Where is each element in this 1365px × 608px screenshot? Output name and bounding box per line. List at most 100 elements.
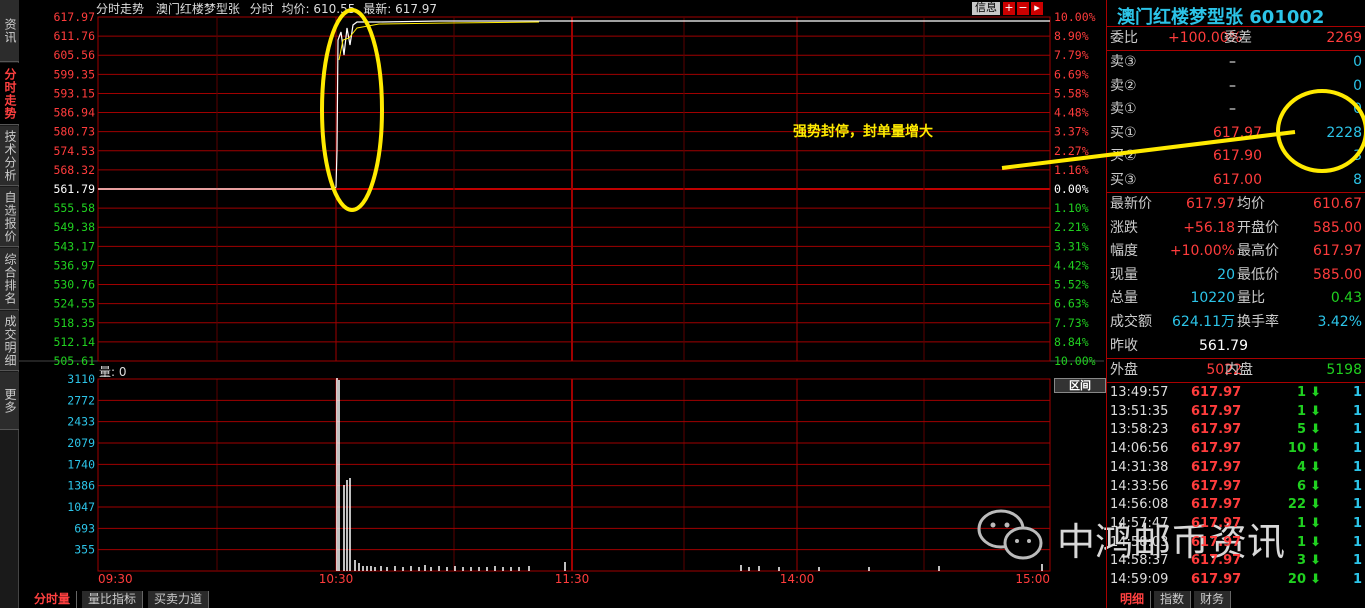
order-volume: 3 [1353,148,1362,164]
order-volume: 0 [1353,54,1362,70]
tick-volume: 3 [1296,553,1306,569]
tick-row[interactable]: 14:57:47 617.97 1 ⬇ 1 [1107,515,1365,534]
tab-more-label: 更多 [3,387,17,414]
tick-row[interactable]: 13:58:23 617.97 5 ⬇ 1 [1107,421,1365,440]
down-arrow-icon: ⬇ [1310,403,1321,419]
volume-axis-label: 355 [74,543,95,557]
down-arrow-icon: ⬇ [1310,385,1321,400]
volume-header: 量: 0 [99,365,127,379]
sell-order-row[interactable]: 卖① – 0 [1107,98,1365,122]
tab-technical[interactable]: 技术分析 [0,126,19,186]
order-volume: 8 [1353,171,1362,188]
tab-more[interactable]: 更多 [0,372,19,430]
order-price: – [1229,54,1236,70]
tick-count: 1 [1352,385,1362,400]
tick-row[interactable]: 14:31:38 617.97 4 ⬇ 1 [1107,459,1365,478]
interval-button[interactable]: 区间 [1054,378,1106,393]
tab-volume-ratio[interactable]: 量比指标 [82,591,144,608]
tick-volume: 1 [1296,534,1306,550]
tick-row[interactable]: 14:56:08 617.97 22 ⬇ 1 [1107,496,1365,515]
tab-buy-sell-force[interactable]: 买卖力道 [148,591,210,608]
move-right-icon[interactable]: ▸ [1031,2,1043,15]
sell-order-row[interactable]: 卖③ – 0 [1107,51,1365,75]
wechat-icon [977,509,1043,560]
stat-row: 成交额 624.11万 换手率 3.42% [1107,311,1365,335]
tick-row[interactable]: 14:33:56 617.97 6 ⬇ 1 [1107,478,1365,497]
sell-order-row[interactable]: 卖② – 0 [1107,75,1365,99]
quote-stock-name: 澳门红楼梦型张 [1117,7,1243,28]
weicha-value: 2269 [1326,30,1362,46]
volume-axis-label: 1047 [67,500,95,514]
pct-axis-label: 10.00% [1054,10,1096,24]
stat-value: 585.00 [1313,266,1362,283]
tab-trade-detail[interactable]: 成交明细 [0,311,19,371]
chart-title-bar: 分时走势 澳门红楼梦型张 分时 均价: 610.55 最新: 617.97 [96,0,437,16]
tick-row[interactable]: 14:58:03 617.97 1 ⬇ 1 [1107,534,1365,553]
price-axis-label: 574.53 [53,144,95,158]
pct-axis-label: 2.21% [1054,220,1089,234]
tab-news[interactable]: 资讯 [0,0,19,62]
zoom-out-icon[interactable]: − [1017,2,1029,15]
tab-ranking[interactable]: 综合排名 [0,248,19,310]
tick-volume: 10 [1287,441,1306,457]
tick-count: 1 [1352,403,1362,419]
tick-price: 617.97 [1191,553,1242,569]
volume-axis-label: 1386 [67,479,95,493]
weibi-row: 委比 +100.00% 委差 2269 [1107,27,1365,51]
buy-order-row[interactable]: 买② 617.90 3 [1107,145,1365,169]
tick-volume: 4 [1296,459,1306,475]
tick-time: 14:56:08 [1110,497,1169,513]
buy-order-row[interactable]: 买① 617.97 2228 [1107,122,1365,146]
pct-axis-label: 7.73% [1054,316,1089,330]
order-level-label: 买③ [1110,171,1137,188]
tick-count: 1 [1352,478,1362,494]
price-axis-label: 568.32 [53,163,95,177]
zoom-in-icon[interactable]: + [1003,2,1015,15]
tick-count: 1 [1352,459,1362,475]
tab-volume[interactable]: 分时量 [28,591,78,608]
stat-row: 总量 10220 量比 0.43 [1107,287,1365,311]
chart-canvas: 617.97 10.00% 611.76 8.90% 605.56 7.79% 599.35… [19,10,1104,586]
tab-finance[interactable]: 财务 [1194,591,1232,608]
pct-axis-label: 5.58% [1054,86,1089,100]
intraday-chart: 617.97 10.00% 611.76 8.90% 605.56 7.79% 599.35… [19,0,1104,590]
price-axis-label: 543.17 [53,239,95,253]
price-axis-label: 561.79 [53,182,95,196]
order-price: 617.97 [1213,124,1262,141]
chart-mode: 分时 [249,2,274,16]
tab-intraday[interactable]: 分时走势 [0,63,19,125]
order-volume: 2228 [1326,124,1362,141]
tab-index[interactable]: 指数 [1154,591,1192,608]
stat-row: 昨收 561.79 [1107,335,1365,359]
chart-title: 分时走势 [96,2,145,16]
avg-price-line [338,21,540,61]
tick-count: 1 [1352,441,1362,457]
tick-price: 617.97 [1191,478,1242,494]
tick-row[interactable]: 13:49:57 617.97 1 ⬇ 1 [1107,384,1365,403]
price-axis-label: 599.35 [53,67,95,81]
stat-row: 最新价 617.97 均价 610.67 [1107,193,1365,217]
tick-row[interactable]: 14:58:37 617.97 3 ⬇ 1 [1107,552,1365,571]
tick-time: 14:57:47 [1110,515,1169,531]
stat-value: 561.79 [1199,337,1248,354]
tick-row[interactable]: 14:59:09 617.97 20 ⬇ 1 [1107,571,1365,590]
stat-value: 617.97 [1186,196,1235,212]
tab-detail[interactable]: 明细 [1114,591,1152,608]
buy-order-row[interactable]: 买③ 617.00 8 [1107,169,1365,193]
price-axis-label: 555.58 [53,201,95,215]
tick-time: 13:51:35 [1110,403,1169,419]
stat-value: 610.67 [1313,196,1362,212]
tick-row[interactable]: 13:51:35 617.97 1 ⬇ 1 [1107,403,1365,422]
pct-axis-label: 5.52% [1054,278,1089,292]
down-arrow-icon: ⬇ [1310,441,1321,457]
info-button[interactable]: 信息 [972,2,1000,15]
stat-row: 涨跌 +56.18 开盘价 585.00 [1107,217,1365,241]
volume-axis-label: 2772 [67,393,95,407]
tab-watchlist[interactable]: 自选报价 [0,187,19,247]
tick-price: 617.97 [1191,572,1242,587]
tick-count: 1 [1352,497,1362,513]
quote-panel: 澳门红楼梦型张 601002 委比 +100.00% 委差 2269 卖③ –0 卖… [1106,0,1365,608]
pct-axis-label: 8.90% [1054,29,1089,43]
pct-axis-label: 8.84% [1054,335,1089,349]
tick-row[interactable]: 14:06:56 617.97 10 ⬇ 1 [1107,440,1365,459]
